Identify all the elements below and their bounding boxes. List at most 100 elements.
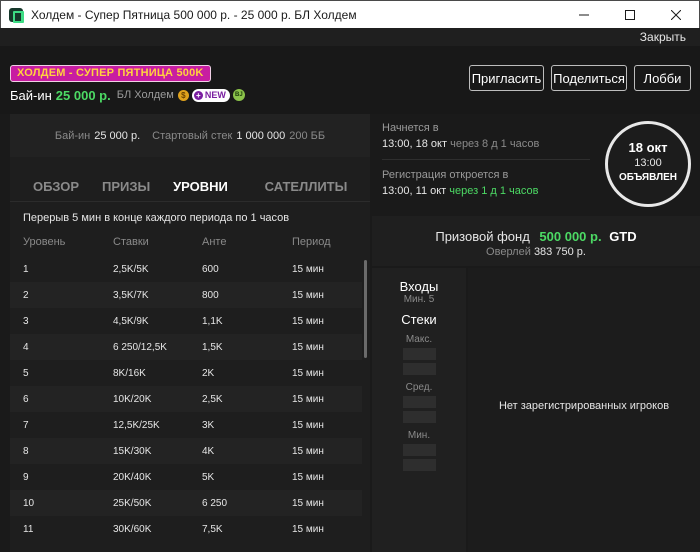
promo-badge: ХОЛДЕМ - СУПЕР ПЯТНИЦА 500K: [10, 65, 211, 82]
starting-stack-label: Стартовый стек: [152, 129, 233, 142]
info-strip: Бай-ин 25 000 р. Стартовый стек 1 000 00…: [10, 114, 370, 157]
level-ante: 2K: [202, 367, 215, 379]
window-controls: [561, 1, 699, 29]
lobby-button[interactable]: Лобби: [634, 65, 691, 91]
level-period: 15 мин: [292, 419, 324, 431]
date-badge: 18 окт 13:00 ОБЪЯВЛЕН: [605, 121, 691, 207]
game-type: БЛ Холдем: [116, 89, 174, 101]
column-header-period: Период: [292, 236, 331, 248]
levels-scrollbar[interactable]: [364, 260, 367, 358]
app-logo-icon: [9, 7, 24, 23]
level-period: 15 мин: [292, 263, 324, 275]
level-period: 15 мин: [292, 497, 324, 509]
level-ante: 800: [202, 289, 219, 301]
stack-max-placeholder: [402, 348, 436, 360]
registration-relative: через 1 д 1 часов: [449, 185, 539, 197]
level-period: 15 мин: [292, 341, 324, 353]
level-row: 6 10K/20K 2,5K 15 мин: [10, 386, 362, 412]
level-number: 5: [23, 367, 29, 379]
date-badge-status: ОБЪЯВЛЕН: [619, 172, 677, 183]
level-row: 2 3,5K/7K 800 15 мин: [10, 282, 362, 308]
prize-pool-amount: 500 000 р.: [539, 229, 602, 244]
tab-prizes[interactable]: ПРИЗЫ: [102, 172, 150, 201]
level-number: 7: [23, 419, 29, 431]
prize-gtd-label: GTD: [609, 229, 637, 244]
plus-icon: +: [193, 90, 203, 100]
stack-avg-placeholder: [402, 396, 436, 408]
level-number: 11: [23, 523, 34, 535]
level-ante: 6 250: [202, 497, 228, 509]
starts-row: 13:00, 18 окт через 8 д 1 часов: [382, 138, 539, 150]
new-badge-label: NEW: [204, 90, 226, 100]
starts-value: 13:00, 18 окт: [382, 138, 448, 150]
level-stakes: 30K/60K: [113, 523, 152, 535]
starts-label: Начнется в: [382, 122, 439, 134]
close-window-button[interactable]: [653, 1, 699, 29]
window-title: Холдем - Супер Пятница 500 000 р. - 25 0…: [31, 7, 357, 22]
tab-bar: ОБЗОР ПРИЗЫ УРОВНИ САТЕЛЛИТЫ: [10, 172, 370, 202]
starting-stack-value: 1 000 000: [236, 129, 286, 142]
level-ante: 3K: [202, 419, 215, 431]
level-number: 8: [23, 445, 29, 457]
level-row: 3 4,5K/9K 1,1K 15 мин: [10, 308, 362, 334]
level-period: 15 мин: [292, 523, 324, 535]
level-number: 1: [23, 263, 29, 275]
level-row: 5 8K/16K 2K 15 мин: [10, 360, 362, 386]
level-ante: 4K: [202, 445, 215, 457]
tab-overview[interactable]: ОБЗОР: [10, 172, 102, 201]
info-buyin-value: 25 000 р.: [94, 129, 141, 142]
maximize-button[interactable]: [607, 1, 653, 29]
level-number: 10: [23, 497, 35, 509]
bj-icon: BJ: [232, 89, 245, 101]
level-stakes: 6 250/12,5K: [113, 341, 167, 353]
buyin-value: 25 000 р.: [55, 87, 111, 103]
tab-satellites[interactable]: САТЕЛЛИТЫ: [253, 172, 359, 201]
registration-label: Регистрация откроется в: [382, 169, 509, 181]
registration-row: 13:00, 11 окт через 1 д 1 часов: [382, 185, 538, 197]
stack-max-placeholder: [402, 363, 436, 375]
stack-min-label: Мин.: [407, 430, 431, 441]
overlay-line: Оверлей 383 750 р.: [372, 246, 700, 258]
tournament-header: ХОЛДЕМ - СУПЕР ПЯТНИЦА 500K Бай-ин 25 00…: [0, 46, 700, 114]
minimize-icon: [579, 14, 589, 15]
stack-min-placeholder: [402, 444, 436, 456]
level-ante: 600: [202, 263, 219, 275]
level-period: 15 мин: [292, 315, 324, 327]
stack-avg-placeholder: [402, 411, 436, 423]
column-header-ante: Анте: [202, 236, 227, 248]
buyin-label: Бай-ин: [10, 87, 52, 103]
level-row: 11 30K/60K 7,5K 15 мин: [10, 516, 362, 542]
close-link[interactable]: Закрыть: [640, 30, 686, 44]
level-row: 10 25K/50K 6 250 15 мин: [10, 490, 362, 516]
level-number: 9: [23, 471, 29, 483]
overlay-label: Оверлей: [486, 246, 531, 258]
info-buyin-label: Бай-ин: [54, 129, 91, 142]
players-list-panel: Нет зарегистрированных игроков: [468, 268, 700, 552]
level-ante: 1,5K: [202, 341, 223, 353]
stack-avg-label: Сред.: [405, 382, 433, 393]
coin-icon: $: [177, 89, 189, 101]
column-header-level: Уровень: [23, 236, 66, 248]
entries-stats-panel: Входы Мин. 5 Стеки Макс. Сред. Мин.: [372, 268, 466, 552]
share-button[interactable]: Поделиться: [551, 65, 627, 91]
level-number: 3: [23, 315, 29, 327]
levels-table: 1 2,5K/5K 600 15 мин 2 3,5K/7K 800 15 мин 3 4,5K/…: [10, 256, 362, 542]
schedule-panel: Начнется в 13:00, 18 окт через 8 д 1 час…: [372, 114, 700, 208]
level-ante: 1,1K: [202, 315, 223, 327]
starts-relative: через 8 д 1 часов: [450, 138, 540, 150]
level-period: 15 мин: [292, 471, 324, 483]
level-row: 7 12,5K/25K 3K 15 мин: [10, 412, 362, 438]
tab-levels[interactable]: УРОВНИ: [148, 172, 253, 201]
level-ante: 7,5K: [202, 523, 223, 535]
level-period: 15 мин: [292, 289, 324, 301]
stacks-label: Стеки: [401, 312, 437, 327]
level-stakes: 8K/16K: [113, 367, 146, 379]
minimize-button[interactable]: [561, 1, 607, 29]
column-header-stakes: Ставки: [113, 236, 149, 248]
entries-min: Мин. 5: [403, 294, 435, 305]
stack-min-placeholder: [402, 459, 436, 471]
invite-button[interactable]: Пригласить: [469, 65, 544, 91]
level-stakes: 4,5K/9K: [113, 315, 149, 327]
buyin-row: Бай-ин 25 000 р. БЛ Холдем $ + NEW BJ: [10, 86, 245, 104]
level-stakes: 12,5K/25K: [113, 419, 160, 431]
